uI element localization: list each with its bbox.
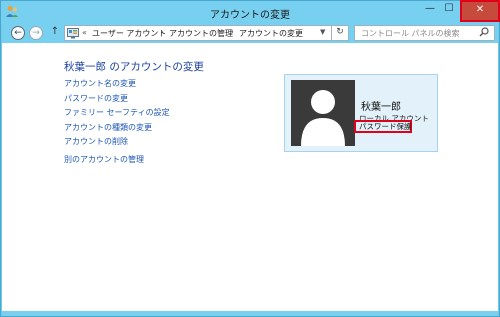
page-title: 秋葉一郎 のアカウントの変更 <box>64 61 204 73</box>
breadcrumb-user-accounts[interactable]: ユーザー アカウント <box>92 28 166 39</box>
link-family-safety[interactable]: ファミリー セーフティの設定 <box>64 107 170 118</box>
minimize-button[interactable]: — <box>421 1 439 19</box>
breadcrumb-separator-icon[interactable]: › <box>231 28 234 36</box>
content-pane: 秋葉一郎 のアカウントの変更 アカウント名の変更 パスワードの変更 ファミリー … <box>2 43 498 311</box>
back-button[interactable]: ← <box>11 26 25 40</box>
forward-button[interactable]: → <box>29 26 43 40</box>
search-input[interactable] <box>361 28 471 39</box>
link-delete-account[interactable]: アカウントの削除 <box>64 136 128 147</box>
breadcrumb-separator-icon[interactable]: › <box>161 28 164 36</box>
search-field[interactable] <box>354 25 495 41</box>
account-card: 秋葉一郎 ローカル アカウント パスワード保護 <box>284 74 438 152</box>
search-icon[interactable] <box>479 27 489 40</box>
window-bottom-border <box>2 311 498 316</box>
address-dropdown-icon[interactable]: ▼ <box>320 28 325 36</box>
address-overflow-chevron[interactable]: « <box>82 28 87 37</box>
control-panel-window: アカウントの変更 — ☐ ✕ ← → ↑ « ユーザー アカウント › アカウン… <box>0 0 500 317</box>
link-change-password[interactable]: パスワードの変更 <box>64 93 128 104</box>
breadcrumb-change-account[interactable]: アカウントの変更 <box>239 28 303 39</box>
close-button[interactable]: ✕ <box>460 0 500 22</box>
link-manage-another-account[interactable]: 別のアカウントの管理 <box>64 154 144 165</box>
password-protected-status: パスワード保護 <box>354 120 412 133</box>
navigation-bar: ← → ↑ « ユーザー アカウント › アカウントの管理 › アカウントの変更… <box>2 23 498 43</box>
refresh-button[interactable]: ↻ <box>332 25 349 41</box>
address-bar[interactable]: « ユーザー アカウント › アカウントの管理 › アカウントの変更 ▼ <box>64 25 332 41</box>
account-name: 秋葉一郎 <box>361 102 401 113</box>
breadcrumb-manage-accounts[interactable]: アカウントの管理 <box>169 28 233 39</box>
control-panel-icon <box>67 27 79 39</box>
link-change-account-type[interactable]: アカウントの種類の変更 <box>64 122 152 133</box>
up-button[interactable]: ↑ <box>49 26 61 37</box>
avatar <box>291 80 355 146</box>
link-change-account-name[interactable]: アカウント名の変更 <box>64 78 136 89</box>
title-bar: アカウントの変更 — ☐ ✕ <box>1 0 500 23</box>
maximize-button[interactable]: ☐ <box>439 1 459 19</box>
